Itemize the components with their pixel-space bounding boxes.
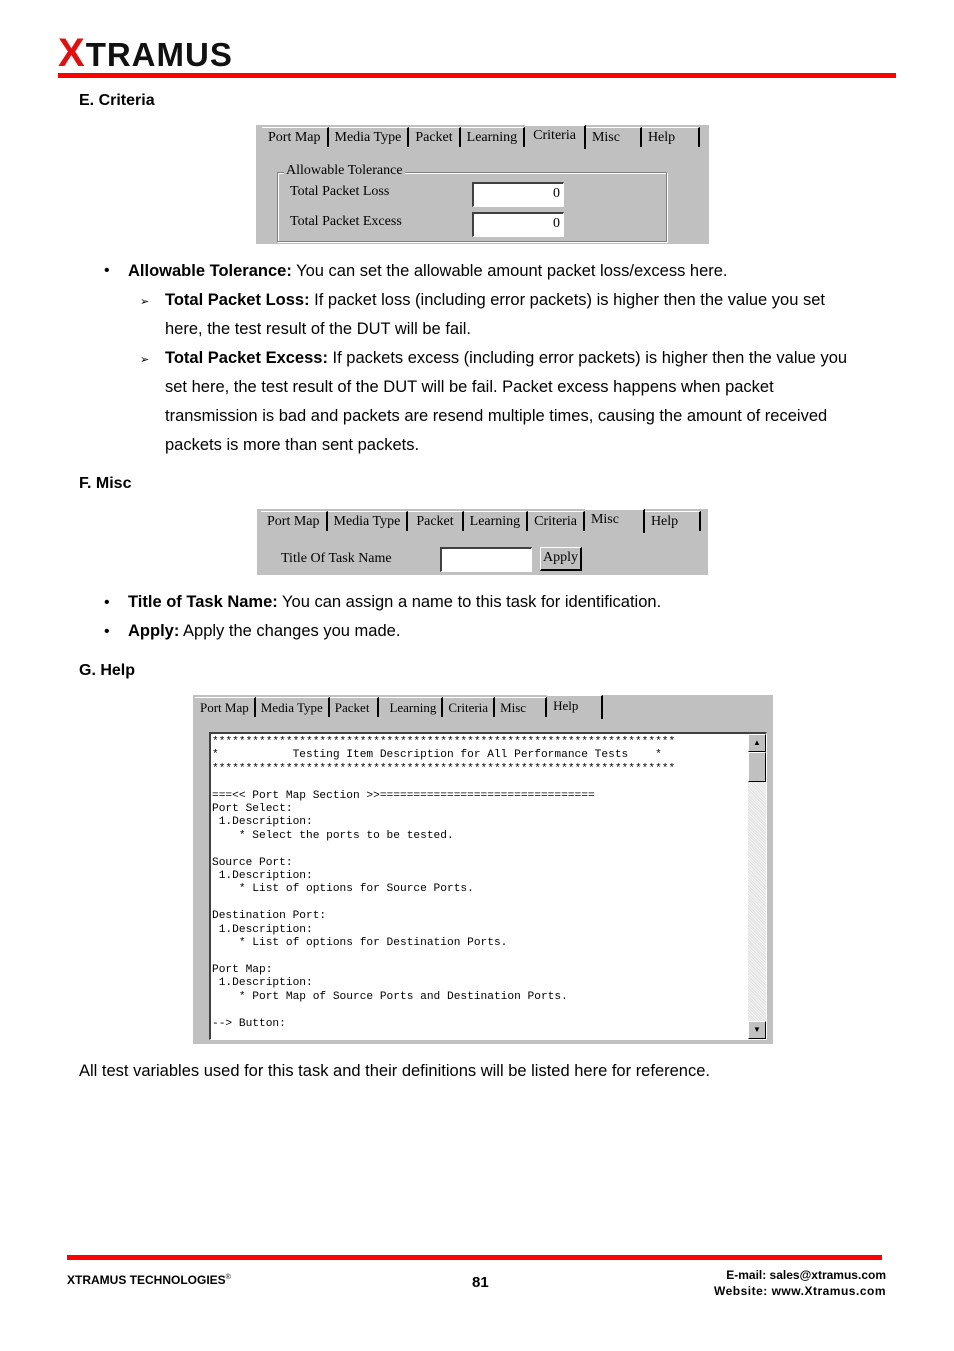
footer-company: XTRAMUS TECHNOLOGIES® xyxy=(67,1273,231,1287)
bullet-dot: • xyxy=(104,594,110,611)
task-name-desc: Title of Task Name: You can assign a nam… xyxy=(128,593,662,611)
footer-rule xyxy=(67,1255,882,1260)
scroll-thumb[interactable] xyxy=(748,752,766,782)
tab-media-type[interactable]: Media Type xyxy=(255,697,330,717)
footer-contact: E-mail: sales@xtramus.com Website: www.X… xyxy=(714,1267,886,1299)
apply-button[interactable]: Apply xyxy=(540,547,582,571)
help-text: ****************************************… xyxy=(212,736,676,1030)
tab-learning[interactable]: Learning xyxy=(379,697,444,717)
header-rule xyxy=(58,73,896,78)
scroll-up-arrow-icon[interactable]: ▲ xyxy=(748,734,766,752)
tab-packet[interactable]: Packet xyxy=(408,511,464,531)
tab-help[interactable]: Help xyxy=(547,695,604,719)
tab-port-map[interactable]: Port Map xyxy=(262,127,329,147)
tab-misc[interactable]: Misc xyxy=(584,509,645,533)
help-closing-text: All test variables used for this task an… xyxy=(79,1062,710,1080)
heading-misc: F. Misc xyxy=(79,475,132,492)
arrow-bullet-icon: ➢ xyxy=(140,354,150,366)
arrow-bullet-icon: ➢ xyxy=(140,296,150,308)
criteria-tabbar: Port Map Media Type Packet Learning Crit… xyxy=(262,125,700,149)
help-tabbar: Port Map Media Type Packet Learning Crit… xyxy=(195,695,604,719)
tab-port-map[interactable]: Port Map xyxy=(195,697,256,717)
tab-misc[interactable]: Misc xyxy=(495,697,548,717)
total-packet-excess-desc: Total Packet Excess: If packets excess (… xyxy=(165,349,848,454)
total-packet-loss-input[interactable]: 0 xyxy=(472,182,564,207)
tab-help[interactable]: Help xyxy=(641,127,700,147)
bullet-dot: • xyxy=(104,623,110,640)
allowable-tolerance-legend: Allowable Tolerance xyxy=(284,163,405,179)
tab-misc[interactable]: Misc xyxy=(585,127,642,147)
criteria-panel: Port Map Media Type Packet Learning Crit… xyxy=(256,125,709,244)
page-number: 81 xyxy=(472,1274,489,1291)
task-name-label: Title Of Task Name xyxy=(281,551,392,566)
help-panel: Port Map Media Type Packet Learning Crit… xyxy=(193,695,773,1044)
total-packet-excess-input[interactable]: 0 xyxy=(472,212,564,237)
tab-packet[interactable]: Packet xyxy=(409,127,461,147)
tab-learning[interactable]: Learning xyxy=(463,511,529,531)
vertical-scrollbar[interactable]: ▲ ▼ xyxy=(748,734,766,1039)
task-name-input[interactable] xyxy=(440,547,532,572)
scroll-down-arrow-icon[interactable]: ▼ xyxy=(748,1021,766,1039)
help-text-area[interactable]: ****************************************… xyxy=(209,732,767,1040)
bullet-dot: • xyxy=(104,262,110,279)
misc-panel: Port Map Media Type Packet Learning Crit… xyxy=(257,509,708,575)
tab-learning[interactable]: Learning xyxy=(460,127,526,147)
tab-packet[interactable]: Packet xyxy=(329,697,380,717)
misc-tabbar: Port Map Media Type Packet Learning Crit… xyxy=(261,509,701,533)
tab-media-type[interactable]: Media Type xyxy=(328,127,410,147)
tab-criteria[interactable]: Criteria xyxy=(528,511,585,531)
footer-email: E-mail: sales@xtramus.com xyxy=(726,1268,886,1282)
allowable-tolerance-desc: Allowable Tolerance: You can set the all… xyxy=(128,262,728,280)
total-packet-loss-desc: Total Packet Loss: If packet loss (inclu… xyxy=(165,291,826,338)
tab-port-map[interactable]: Port Map xyxy=(261,511,328,531)
footer-website: Website: www.Xtramus.com xyxy=(713,1284,886,1298)
tab-media-type[interactable]: Media Type xyxy=(327,511,409,531)
total-packet-loss-label: Total Packet Loss xyxy=(290,184,390,199)
apply-desc: Apply: Apply the changes you made. xyxy=(128,622,401,640)
tab-criteria[interactable]: Criteria xyxy=(525,125,586,149)
xtramus-logo: XTRAMUS xyxy=(58,31,233,75)
heading-criteria: E. Criteria xyxy=(79,92,155,109)
total-packet-excess-label: Total Packet Excess xyxy=(290,214,402,229)
heading-help: G. Help xyxy=(79,662,136,679)
tab-help[interactable]: Help xyxy=(644,511,701,531)
tab-criteria[interactable]: Criteria xyxy=(443,697,496,717)
